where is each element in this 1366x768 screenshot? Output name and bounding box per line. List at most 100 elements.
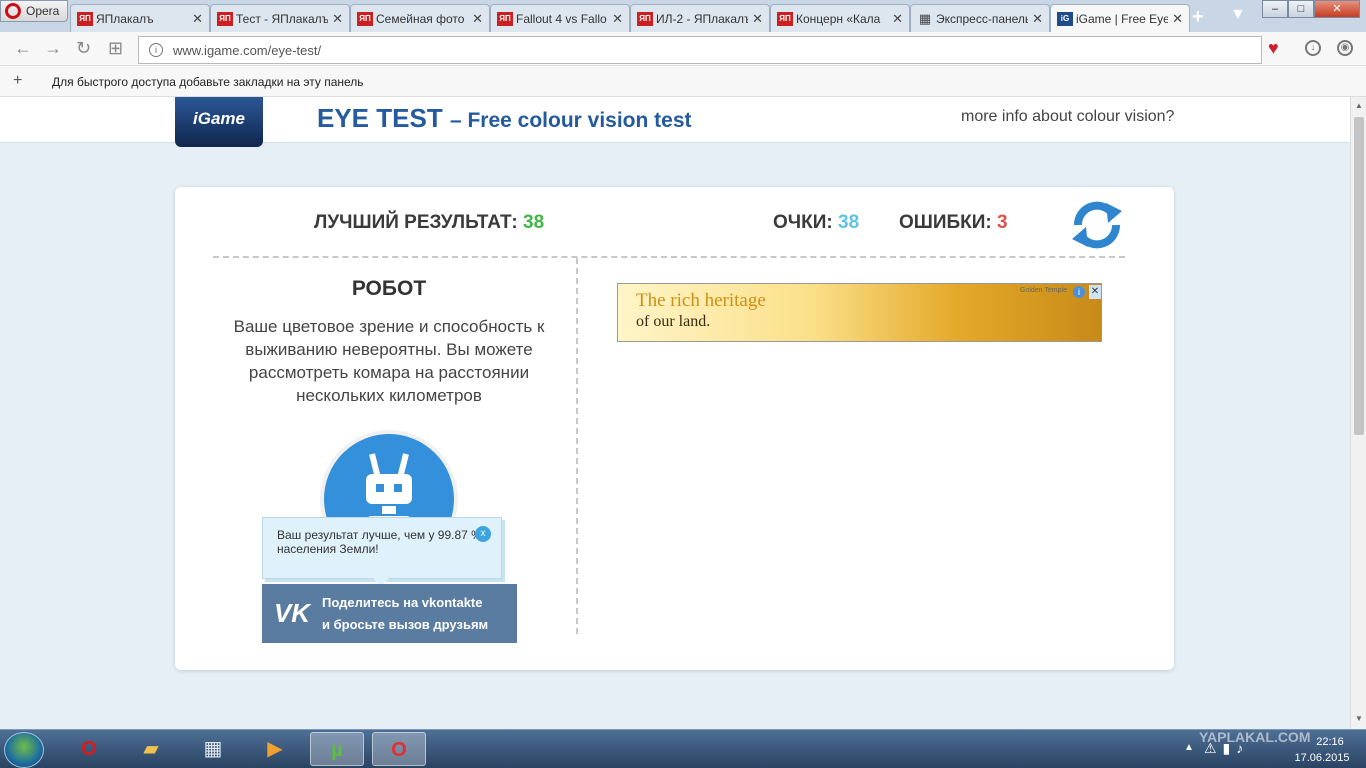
errors: ОШИБКИ: 3	[899, 212, 1008, 234]
tooltip-text: Ваш результат лучше, чем у 99.87 % насел…	[277, 528, 482, 556]
tab-title: Fallout 4 vs Fallo	[516, 11, 607, 26]
ad-headline: The rich heritage	[636, 290, 766, 311]
taskbar-utorrent-icon[interactable]: µ	[310, 732, 364, 766]
bookmark-heart-icon[interactable]: ♥	[1268, 38, 1279, 59]
divider-vertical	[576, 258, 578, 634]
page-viewport: iGame EYE TEST – Free colour vision test…	[0, 97, 1350, 729]
tab-yaplakal-1[interactable]: ЯП ЯПлакалъ ✕	[70, 4, 210, 32]
tray-expand-icon[interactable]: ▲	[1184, 742, 1194, 753]
tab-yaplakal-test[interactable]: ЯП Тест - ЯПлакалъ ✕	[210, 4, 350, 32]
page-scrollbar[interactable]: ▲ ▼	[1350, 97, 1366, 729]
minimize-icon[interactable]: –	[1262, 0, 1288, 18]
forward-icon[interactable]: →	[44, 39, 62, 57]
tab-close-icon[interactable]: ✕	[752, 11, 763, 27]
site-favicon-icon: ЯП	[497, 11, 513, 26]
clock-date[interactable]: 17.06.2015	[1284, 752, 1360, 764]
scroll-up-icon[interactable]: ▲	[1355, 101, 1363, 110]
site-favicon-icon: ЯП	[777, 11, 793, 26]
tab-title: Семейная фото	[376, 11, 465, 26]
scroll-down-icon[interactable]: ▼	[1355, 714, 1363, 723]
taskbar-opera-active-icon[interactable]: O	[372, 732, 426, 766]
tab-title: Экспресс-панель	[936, 11, 1029, 26]
points: ОЧКИ: 38	[773, 212, 859, 234]
download-icon[interactable]: ↓	[1305, 40, 1321, 56]
tab-close-icon[interactable]: ✕	[472, 11, 483, 27]
speed-dial-icon: ▦	[918, 10, 932, 26]
vk-share-text: Поделитесь на vkontakte и бросьте вызов …	[322, 592, 488, 636]
tab-speed-dial[interactable]: ▦ Экспресс-панель ✕	[910, 4, 1050, 32]
tab-igame[interactable]: iG iGame | Free Eye ✕	[1050, 4, 1190, 32]
result-card: ЛУЧШИЙ РЕЗУЛЬТАТ: 38 ОЧКИ: 38 ОШИБКИ: 3 …	[175, 187, 1174, 670]
tab-close-icon[interactable]: ✕	[192, 11, 203, 27]
title-main: EYE TEST	[317, 103, 443, 133]
url-text[interactable]: www.igame.com/eye-test/	[173, 43, 321, 58]
opera-menu-label: Opera	[26, 4, 60, 18]
title-subtitle: – Free colour vision test	[449, 109, 692, 132]
tab-menu-icon[interactable]: ▼	[1230, 6, 1246, 24]
account-icon[interactable]: ◉	[1337, 40, 1353, 56]
opera-logo-icon	[5, 3, 21, 19]
maximize-icon[interactable]: □	[1288, 0, 1314, 18]
reload-icon[interactable]: ↻	[76, 39, 91, 57]
start-button[interactable]	[4, 732, 44, 768]
rank-description: Ваше цветовое зрение и способность к выж…	[233, 317, 545, 405]
rank-title: РОБОТ	[351, 277, 427, 300]
speed-dial-grid-icon[interactable]: ⊞	[108, 39, 123, 57]
errors-value: 3	[997, 212, 1008, 233]
scroll-thumb[interactable]	[1354, 117, 1364, 435]
tab-fallout[interactable]: ЯП Fallout 4 vs Fallo ✕	[490, 4, 630, 32]
taskbar-media-player-icon[interactable]: ▶	[248, 732, 302, 766]
address-bar[interactable]: i www.igame.com/eye-test/	[138, 36, 1262, 64]
tab-close-icon[interactable]: ✕	[1032, 11, 1043, 27]
page-title: EYE TEST – Free colour vision test	[317, 103, 692, 134]
tooltip-close-icon[interactable]: x	[475, 526, 491, 542]
tab-il2[interactable]: ЯП ИЛ-2 - ЯПлакалъ ✕	[630, 4, 770, 32]
taskbar-explorer-icon[interactable]: ▰	[124, 732, 178, 766]
tab-concern[interactable]: ЯП Концерн «Кала ✕	[770, 4, 910, 32]
add-bookmark-icon[interactable]: +	[13, 72, 22, 90]
site-favicon-icon: ЯП	[637, 11, 653, 26]
site-favicon-icon: ЯП	[217, 11, 233, 26]
taskbar-opera-icon[interactable]: O	[62, 732, 116, 766]
bookmarks-bar: + Для быстрого доступа добавьте закладки…	[0, 66, 1366, 97]
vk-line-1: Поделитесь на vkontakte	[322, 594, 483, 610]
window-close-icon[interactable]: ✕	[1314, 0, 1360, 18]
tab-close-icon[interactable]: ✕	[892, 11, 903, 27]
windows-taskbar: O ▰ ▦ ▶ µ O ▲ ⚠▮♪ 22:16 17.06.2015	[0, 729, 1366, 768]
site-info-icon[interactable]: i	[149, 43, 163, 57]
tab-title: iGame | Free Eye	[1076, 11, 1169, 26]
best-score-value: 38	[523, 212, 545, 233]
best-score: ЛУЧШИЙ РЕЗУЛЬТАТ: 38	[314, 212, 544, 234]
taskbar-calculator-icon[interactable]: ▦	[186, 732, 240, 766]
opera-menu-button[interactable]: Opera	[0, 0, 68, 22]
new-tab-button[interactable]: +	[1192, 6, 1204, 29]
tab-family-photo[interactable]: ЯП Семейная фото ✕	[350, 4, 490, 32]
result-tooltip: Ваш результат лучше, чем у 99.87 % насел…	[262, 517, 502, 586]
igame-logo[interactable]: iGame	[175, 97, 263, 147]
divider-horizontal	[213, 256, 1125, 258]
tab-close-icon[interactable]: ✕	[1172, 11, 1183, 27]
tab-close-icon[interactable]: ✕	[612, 11, 623, 27]
site-favicon-icon: iG	[1057, 11, 1073, 26]
ad-banner[interactable]: The rich heritage of our land. Golden Te…	[617, 283, 1102, 342]
watermark: YAPLAKAL.COM	[1199, 729, 1311, 745]
tab-title: ЯПлакалъ	[96, 11, 154, 26]
best-score-label: ЛУЧШИЙ РЕЗУЛЬТАТ:	[314, 212, 518, 233]
restart-icon[interactable]	[1068, 199, 1126, 251]
colour-vision-info-link[interactable]: more info about colour vision?	[961, 108, 1174, 126]
points-value: 38	[838, 212, 860, 233]
site-header: iGame EYE TEST – Free colour vision test…	[0, 97, 1350, 147]
tab-title: Концерн «Кала	[796, 11, 881, 26]
site-favicon-icon: ЯП	[357, 11, 373, 26]
vk-logo-icon: VK	[273, 598, 311, 628]
address-toolbar: ← → ↻ ⊞ i www.igame.com/eye-test/ ♥ ↓ ◉	[0, 32, 1366, 66]
points-label: ОЧКИ:	[773, 212, 833, 233]
site-favicon-icon: ЯП	[77, 11, 93, 26]
window-controls: – □ ✕	[1262, 0, 1360, 18]
vk-share-button[interactable]: VK Поделитесь на vkontakte и бросьте выз…	[262, 584, 517, 643]
back-icon[interactable]: ←	[14, 39, 32, 57]
tab-title: ИЛ-2 - ЯПлакалъ	[656, 11, 749, 26]
tab-close-icon[interactable]: ✕	[332, 11, 343, 27]
ad-info-icon[interactable]: i	[1073, 286, 1085, 298]
ad-close-icon[interactable]: ✕	[1089, 285, 1101, 299]
